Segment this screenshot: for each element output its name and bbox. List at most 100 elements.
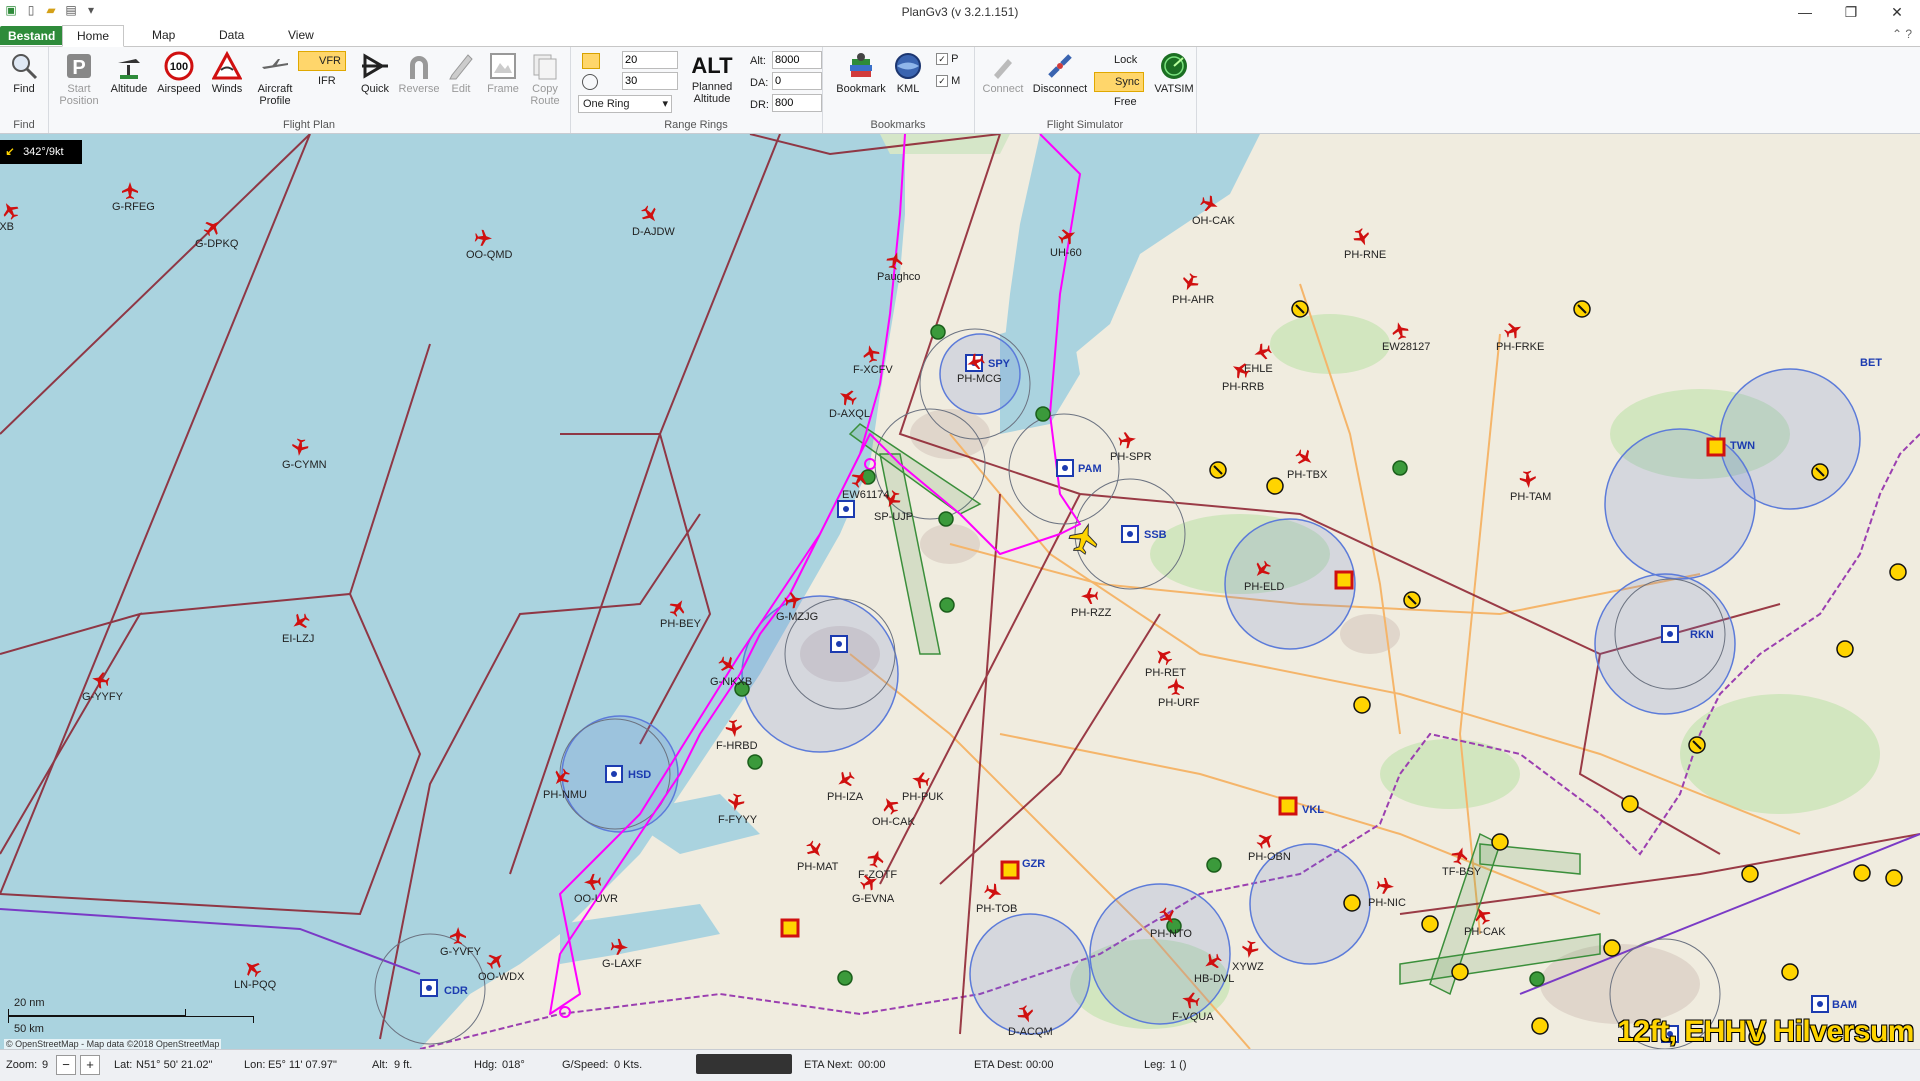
aircraft-callsign-label: PH-PUK xyxy=(902,791,944,803)
p-checkbox[interactable]: ✓ P xyxy=(936,53,958,65)
aircraft-marker[interactable]: D-AJDW xyxy=(632,203,675,238)
ifr-toggle[interactable]: IFR xyxy=(298,72,340,90)
aircraft-icon[interactable] xyxy=(291,438,309,457)
map-canvas[interactable]: SPY PAM SSB HSD GZR VKL TWN RKN CDR BET … xyxy=(0,134,1920,1049)
close-button[interactable]: ✕ xyxy=(1874,0,1920,24)
aircraft-icon[interactable] xyxy=(638,203,661,226)
aircraft-marker[interactable]: LN-PQQ xyxy=(234,957,277,991)
aircraft-marker[interactable]: D-AXQL xyxy=(829,386,870,420)
planned-altitude-button[interactable]: ALT Planned Altitude xyxy=(688,51,736,105)
timeline-slider[interactable] xyxy=(696,1054,792,1074)
aircraft-marker[interactable]: EI-LZJ xyxy=(282,610,314,645)
aircraft-icon[interactable] xyxy=(241,957,264,980)
window-title: PlanGv3 (v 3.2.1.151) xyxy=(901,5,1019,19)
navaid-label-twn: TWN xyxy=(1730,440,1755,452)
vfr-toggle[interactable]: VFR xyxy=(298,51,346,71)
aircraft-callsign-label: EI-LZJ xyxy=(282,633,314,645)
range-ring-2-input[interactable] xyxy=(622,72,678,90)
alt-input[interactable] xyxy=(772,51,822,69)
aircraft-marker[interactable]: G-CYMN xyxy=(282,438,327,471)
copy-route-button[interactable]: Copy Route xyxy=(522,51,568,107)
aircraft-callsign-label: OO-WDX xyxy=(478,971,525,983)
navaid-label-vkl: VKL xyxy=(1302,804,1324,816)
dr-label: DR: xyxy=(750,99,769,111)
aircraft-marker[interactable]: G-YVFY xyxy=(440,927,482,958)
connect-button[interactable]: Connect xyxy=(978,51,1028,95)
airspeed-button[interactable]: 100 Airspeed xyxy=(156,51,202,95)
reverse-button[interactable]: Reverse xyxy=(396,51,442,95)
aircraft-icon[interactable] xyxy=(122,182,138,199)
quick-button[interactable]: Quick xyxy=(352,51,398,95)
aircraft-marker[interactable]: OO-QMD xyxy=(466,229,512,261)
frame-icon xyxy=(490,53,516,79)
reverse-label: Reverse xyxy=(398,83,440,95)
tab-home[interactable]: Home xyxy=(62,25,125,47)
aircraft-icon[interactable] xyxy=(584,873,602,891)
eta-dest-value: 00:00 xyxy=(1026,1059,1054,1071)
map-view[interactable]: SPY PAM SSB HSD GZR VKL TWN RKN CDR BET … xyxy=(0,134,1920,1049)
aircraft-icon[interactable] xyxy=(474,229,492,246)
disconnect-label: Disconnect xyxy=(1032,83,1088,95)
ribbon-collapse-icon[interactable]: ⌃ ? xyxy=(1892,27,1912,41)
aircraft-callsign-label: OO-QMD xyxy=(466,249,512,261)
alt-label: Alt: xyxy=(750,55,766,67)
m-check-icon: ✓ xyxy=(936,75,948,87)
ribbon: Find Find P Start Position Altitude 100 … xyxy=(0,47,1920,134)
winds-button[interactable]: Winds xyxy=(204,51,250,95)
da-input[interactable] xyxy=(772,72,822,90)
vatsim-button[interactable]: VATSIM xyxy=(1150,51,1198,95)
tab-bestand[interactable]: Bestand xyxy=(0,26,64,45)
zoom-in-button[interactable]: + xyxy=(80,1055,100,1075)
aircraft-callsign-label: PH-OBN xyxy=(1248,851,1291,863)
bookmark-button[interactable]: Bookmark xyxy=(834,51,888,95)
dr-input[interactable] xyxy=(772,94,822,112)
disconnect-button[interactable]: Disconnect xyxy=(1030,51,1090,95)
aircraft-icon[interactable] xyxy=(289,610,312,633)
frame-button[interactable]: Frame xyxy=(480,51,526,95)
magnifier-icon xyxy=(12,54,38,80)
aircraft-icon[interactable] xyxy=(836,386,859,408)
tab-view[interactable]: View xyxy=(274,25,328,45)
aircraft-profile-button[interactable]: Aircraft Profile xyxy=(250,51,300,107)
aircraft-callsign-label: PH-NIC xyxy=(1368,897,1406,909)
aircraft-icon[interactable] xyxy=(484,949,507,972)
svg-text:100: 100 xyxy=(170,61,188,73)
kml-button[interactable]: KML xyxy=(886,51,930,95)
maximize-button[interactable]: ❐ xyxy=(1828,0,1874,24)
lock-toggle[interactable]: Lock xyxy=(1094,51,1141,69)
tab-map[interactable]: Map xyxy=(138,25,189,45)
start-position-button[interactable]: P Start Position xyxy=(56,51,102,107)
aircraft-marker[interactable]: KXB xyxy=(0,199,21,233)
aircraft-marker[interactable]: G-RFEG xyxy=(112,182,155,213)
aircraft-icon[interactable] xyxy=(91,671,111,690)
minimize-button[interactable]: — xyxy=(1782,0,1828,24)
free-toggle[interactable]: Free xyxy=(1094,93,1141,111)
pencil-icon xyxy=(449,54,473,80)
group-label-bookmarks: Bookmarks xyxy=(870,119,926,131)
altitude-button[interactable]: Altitude xyxy=(106,51,152,95)
aircraft-icon[interactable] xyxy=(861,343,881,363)
aircraft-callsign-label: HB-DVL xyxy=(1194,973,1234,985)
aircraft-profile-label: Aircraft Profile xyxy=(257,83,293,107)
aircraft-marker[interactable]: PH-BEY xyxy=(660,596,702,630)
aircraft-callsign-label: OO-UVR xyxy=(574,893,618,905)
ring-mode-select[interactable]: One Ring ▾ xyxy=(578,95,672,113)
zoom-out-button[interactable]: − xyxy=(56,1055,76,1075)
edit-button[interactable]: Edit xyxy=(438,51,484,95)
m-checkbox[interactable]: ✓ M xyxy=(936,75,960,87)
range-ring-1-input[interactable] xyxy=(622,51,678,69)
aircraft-icon[interactable] xyxy=(0,199,21,222)
find-button[interactable]: Find xyxy=(1,51,47,95)
map-scale: 20 nm 50 km xyxy=(8,997,254,1035)
sync-toggle[interactable]: Sync xyxy=(1094,72,1145,92)
zoom-label: Zoom: xyxy=(6,1059,38,1071)
vatsim-radar-icon xyxy=(1161,53,1187,79)
aircraft-icon[interactable] xyxy=(449,927,466,945)
aircraft-icon[interactable] xyxy=(666,596,689,619)
tab-data[interactable]: Data xyxy=(205,25,258,45)
aircraft-callsign-label: KXB xyxy=(0,221,14,233)
p-label: P xyxy=(951,53,959,65)
aircraft-marker[interactable]: G-DPKQ xyxy=(195,216,239,250)
ring-mode-value: One Ring xyxy=(583,98,630,110)
wind-arrow-icon: ↙ xyxy=(5,146,15,158)
